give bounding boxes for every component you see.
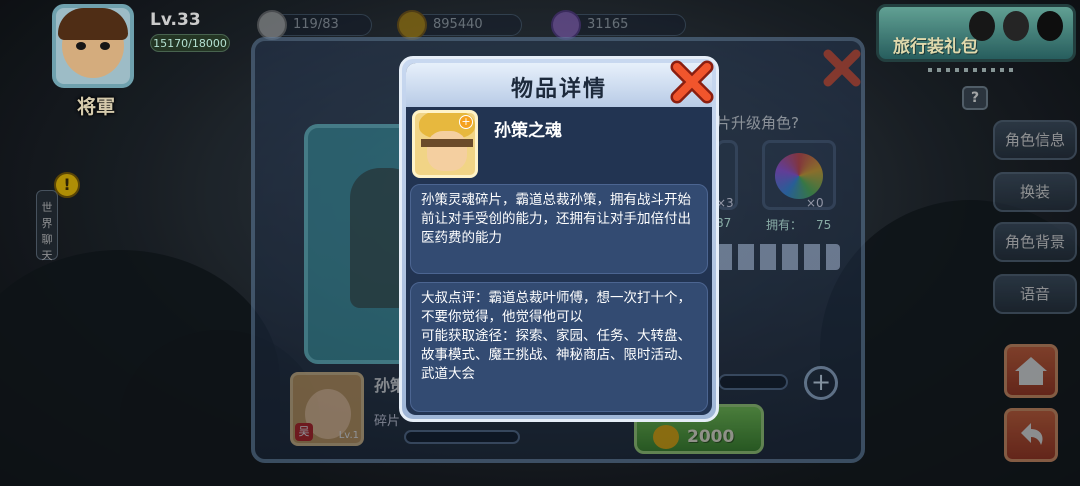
item-description-box: 孙策灵魂碎片，霸道总裁孙策，拥有战斗开始前让对手受创的能力，还拥有让对手加倍付出… <box>410 184 708 274</box>
modal-close-icon[interactable] <box>668 58 716 106</box>
item-name: 孙策之魂 <box>494 121 562 141</box>
item-description: 孙策灵魂碎片，霸道总裁孙策，拥有战斗开始前让对手受创的能力，还拥有让对手加倍付出… <box>421 192 691 246</box>
item-face <box>427 131 467 171</box>
item-icon: + <box>412 110 478 178</box>
modal-header: 物品详情 <box>406 63 712 107</box>
game-screen: 将軍 Lv.33 15170/18000 119/83 895440 31165… <box>0 0 1080 486</box>
item-comment: 大叔点评：霸道总裁叶师傅，想一次打十个，不要你觉得，他觉得他可以 <box>421 290 691 325</box>
plus-badge-icon: + <box>459 115 473 129</box>
item-detail-box: 大叔点评：霸道总裁叶师傅，想一次打十个，不要你觉得，他觉得他可以 可能获取途径：… <box>410 282 708 412</box>
modal-title: 物品详情 <box>510 77 607 102</box>
item-sources: 可能获取途径：探索、家园、任务、大转盘、故事模式、魔王挑战、神秘商店、限时活动、… <box>421 328 691 382</box>
item-headband <box>421 139 473 147</box>
